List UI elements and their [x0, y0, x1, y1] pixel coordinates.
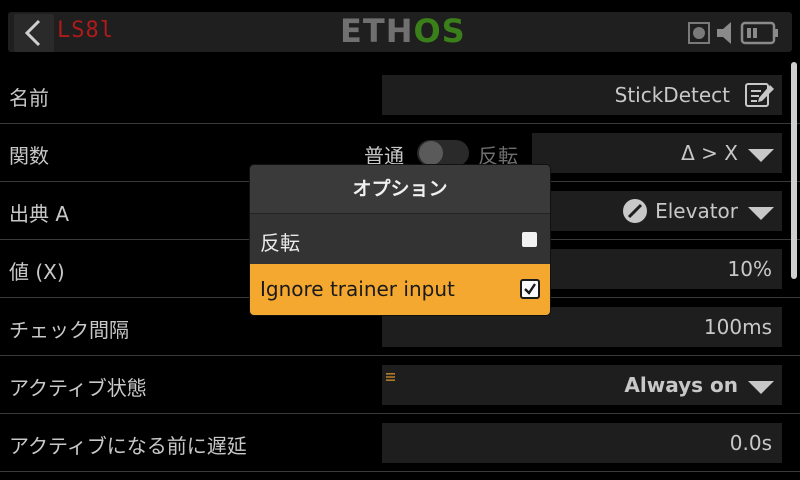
- options-dialog: オプション 反転 Ignore trainer input: [250, 165, 550, 315]
- function-select[interactable]: Δ > X: [532, 133, 782, 173]
- check-interval-value: 100ms: [703, 315, 772, 339]
- row-active-condition: アクティブ状態 Always on: [0, 356, 800, 414]
- active-condition-value: Always on: [624, 373, 738, 397]
- active-condition-select[interactable]: Always on: [382, 365, 782, 405]
- name-value: StickDetect: [614, 83, 730, 107]
- scrollbar[interactable]: [791, 62, 797, 279]
- source-a-value: Elevator: [655, 199, 738, 223]
- dialog-title: オプション: [250, 165, 550, 213]
- value-x-label: 値 (X): [9, 260, 65, 284]
- option-ignore-trainer-label: Ignore trainer input: [260, 277, 455, 301]
- active-condition-label: アクティブ状態: [9, 376, 147, 400]
- name-field[interactable]: StickDetect: [382, 75, 782, 115]
- row-name: 名前 StickDetect: [0, 66, 800, 124]
- screen-code: LS8l: [57, 18, 114, 43]
- invert-toggle[interactable]: [417, 140, 469, 166]
- name-label: 名前: [9, 86, 49, 110]
- chevron-down-icon: [748, 381, 774, 394]
- function-value: Δ > X: [681, 141, 738, 165]
- delay-field[interactable]: 0.0s: [382, 423, 782, 463]
- options-menu-icon[interactable]: [386, 367, 396, 386]
- check-interval-label: チェック間隔: [9, 318, 129, 342]
- option-invert-label: 反転: [260, 231, 300, 255]
- record-icon: [688, 20, 712, 50]
- option-ignore-trainer[interactable]: Ignore trainer input: [250, 264, 550, 315]
- value-x-value: 10%: [727, 257, 772, 281]
- speaker-icon: [716, 20, 736, 50]
- option-invert[interactable]: 反転: [250, 213, 550, 264]
- checkbox-unchecked-icon[interactable]: [522, 232, 537, 247]
- back-button[interactable]: [14, 14, 54, 52]
- chevron-down-icon: [748, 149, 774, 162]
- chevron-down-icon: [748, 207, 774, 220]
- source-a-label: 出典 A: [9, 202, 70, 226]
- checkbox-checked-icon[interactable]: [520, 279, 540, 303]
- back-arrow-icon: [24, 19, 41, 47]
- ethos-logo: ETH OS: [340, 12, 466, 50]
- delay-label: アクティブになる前に遅延: [9, 434, 247, 458]
- stick-icon: [622, 198, 648, 228]
- function-label: 関数: [9, 144, 49, 168]
- source-a-select[interactable]: Elevator: [532, 191, 782, 231]
- delay-value: 0.0s: [729, 431, 772, 455]
- header-bar: LS8l ETH OS: [0, 0, 800, 60]
- row-delay: アクティブになる前に遅延 0.0s: [0, 414, 800, 472]
- battery-icon: [740, 20, 780, 50]
- divider: [0, 471, 800, 472]
- edit-icon[interactable]: [744, 81, 776, 113]
- toggle-knob: [419, 141, 443, 165]
